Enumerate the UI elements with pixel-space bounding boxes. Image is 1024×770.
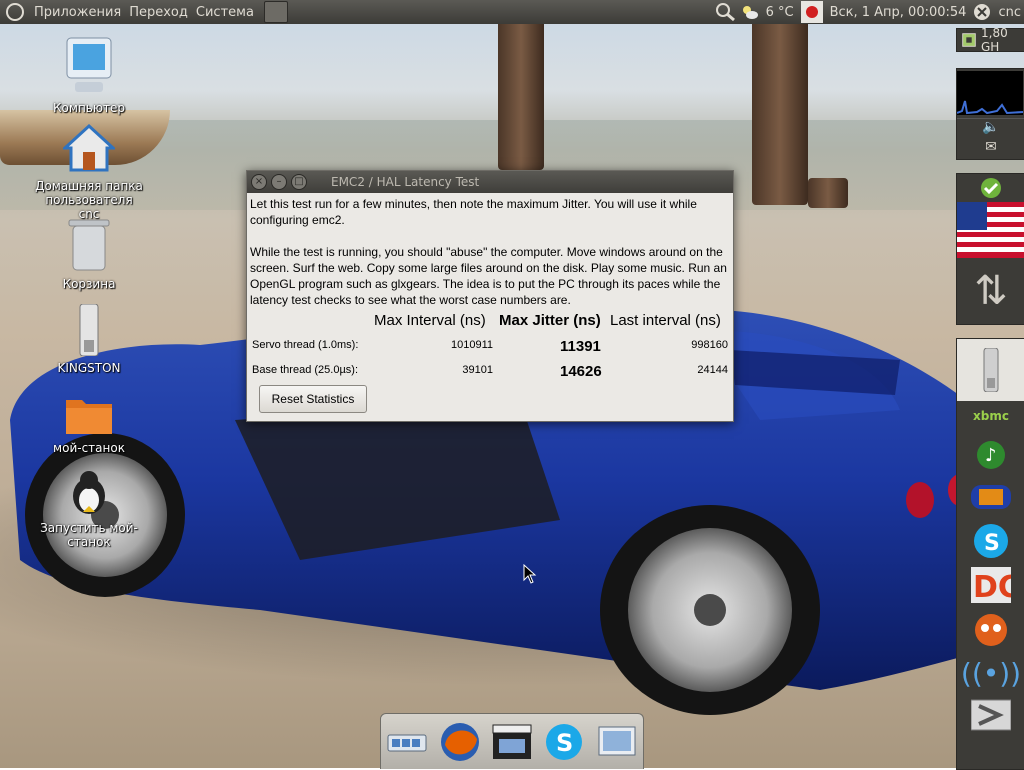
cpu-freq-value: 1,80 GH — [981, 26, 1008, 54]
desktop-icon[interactable] — [596, 721, 638, 763]
weather-icon[interactable] — [741, 4, 759, 20]
home-folder-icon — [61, 123, 117, 172]
servo-max-jitter: 11391 — [560, 338, 601, 355]
desktop-icon-my-machine[interactable]: мой-станок — [34, 394, 144, 455]
video-editor-icon[interactable] — [491, 721, 533, 763]
menu-applications[interactable]: Приложения — [30, 5, 125, 20]
launcher-stack: xbmc ♪ S DC ((•)) — [956, 338, 1024, 770]
exit-icon[interactable] — [957, 695, 1024, 735]
desktop-icon-trash[interactable]: Корзина — [34, 216, 144, 291]
row-label-servo: Servo thread (1.0ms): — [252, 339, 359, 351]
clock[interactable]: Вск, 1 Апр, 00:00:54 — [827, 5, 970, 20]
latency-test-window: × – □ EMC2 / HAL Latency Test Let this t… — [246, 170, 734, 422]
servo-max-interval: 1010911 — [450, 339, 493, 351]
us-flag-icon[interactable] — [957, 202, 1024, 258]
header-max-interval: Max Interval (ns) — [374, 312, 486, 329]
firefox-icon[interactable] — [439, 721, 481, 763]
search-icon[interactable] — [715, 2, 737, 22]
wireless-icon[interactable]: ((•)) — [957, 651, 1024, 695]
top-panel: Приложения Переход Система 6 °C Вск, 1 А… — [0, 0, 1024, 24]
load-graph-icon — [956, 71, 1024, 115]
music-player-icon[interactable]: ♪ — [957, 431, 1024, 475]
folder-link-icon — [66, 400, 112, 434]
header-last-interval: Last interval (ns) — [610, 312, 721, 329]
mouse-cursor-icon — [523, 564, 537, 584]
svg-text:S: S — [984, 531, 1000, 556]
bottom-dock: S — [380, 713, 644, 769]
svg-text:♪: ♪ — [985, 445, 997, 466]
menu-system[interactable]: Система — [192, 5, 258, 20]
desktop-icon-home[interactable]: Домашняя папка пользователя cnc — [34, 122, 144, 221]
desktop-icon-label: KINGSTON — [57, 361, 121, 375]
reset-statistics-button[interactable]: Reset Statistics — [259, 385, 367, 413]
computer-icon — [66, 37, 112, 92]
desktop-icon-label: Компьютер — [53, 101, 125, 115]
usb-drive-icon[interactable] — [957, 339, 1024, 401]
menu-places[interactable]: Переход — [125, 5, 192, 20]
xbmc-icon[interactable]: xbmc — [957, 401, 1024, 431]
distro-logo-icon[interactable] — [6, 3, 24, 21]
row-label-base: Base thread (25.0µs): — [252, 364, 359, 376]
volume-icon[interactable]: 🔈 — [957, 119, 1024, 139]
latency-stats: Max Interval (ns) Max Jitter (ns) Last i… — [250, 313, 731, 393]
trash-icon — [68, 219, 110, 271]
desktop-icon-label: мой-станок — [53, 441, 125, 455]
audio-recorder-icon[interactable] — [957, 475, 1024, 519]
session-user[interactable]: cnc — [995, 5, 1024, 20]
desktop-icon-label: Домашняя папка пользователя cnc — [35, 179, 143, 221]
cpu-freq-applet[interactable]: 1,80 GH — [956, 26, 1024, 54]
desktop-icon-computer[interactable]: Компьютер — [34, 36, 144, 115]
maximize-icon[interactable]: □ — [291, 174, 307, 190]
close-icon[interactable]: × — [251, 174, 267, 190]
desktop-icon-launch-my-machine[interactable]: Запустить мой-станок — [34, 468, 144, 549]
intro-text: Let this test run for a few minutes, the… — [250, 197, 697, 227]
doc-viewer-icon[interactable]: DC — [957, 563, 1024, 607]
desktop-icon-label: Корзина — [62, 277, 116, 291]
base-max-interval: 39101 — [462, 364, 493, 376]
base-max-jitter: 14626 — [560, 363, 602, 380]
minimize-icon[interactable]: – — [271, 174, 287, 190]
panel-switcher-icon[interactable] — [386, 721, 428, 763]
update-ok-icon[interactable] — [957, 174, 1024, 202]
desktop-icon-kingston[interactable]: KINGSTON — [34, 303, 144, 375]
panel-applet-icon[interactable] — [263, 1, 288, 23]
indicator-stack: ⇅ — [956, 173, 1024, 325]
system-monitor-icon[interactable] — [800, 1, 823, 23]
svg-text:S: S — [556, 729, 573, 757]
weather-temperature[interactable]: 6 °C — [763, 5, 797, 20]
session-icon[interactable] — [973, 3, 991, 21]
window-title: EMC2 / HAL Latency Test — [331, 175, 480, 189]
arrows-icon[interactable]: ⇅ — [957, 261, 1024, 321]
window-body: Let this test run for a few minutes, the… — [247, 193, 733, 393]
base-last-interval: 24144 — [697, 364, 728, 376]
svg-text:DC: DC — [973, 570, 1011, 603]
header-max-jitter: Max Jitter (ns) — [499, 312, 601, 329]
system-load-applet[interactable]: 🔈 ✉ — [956, 68, 1024, 160]
instructions-text: While the test is running, you should "a… — [250, 245, 727, 307]
linuxcnc-launcher-icon — [73, 471, 105, 514]
cpu-icon — [962, 33, 976, 47]
desktop-icon-label: Запустить мой-станок — [40, 521, 138, 549]
top-panel-tray: 6 °C Вск, 1 Апр, 00:00:54 cnc — [715, 0, 1024, 24]
servo-last-interval: 998160 — [691, 339, 728, 351]
skype-icon[interactable]: S — [957, 519, 1024, 563]
window-titlebar[interactable]: × – □ EMC2 / HAL Latency Test — [247, 171, 733, 193]
mail-icon[interactable]: ✉ — [957, 139, 1024, 159]
usb-drive-icon — [79, 303, 99, 357]
panda-icon[interactable] — [957, 607, 1024, 651]
skype-icon[interactable]: S — [543, 721, 585, 763]
